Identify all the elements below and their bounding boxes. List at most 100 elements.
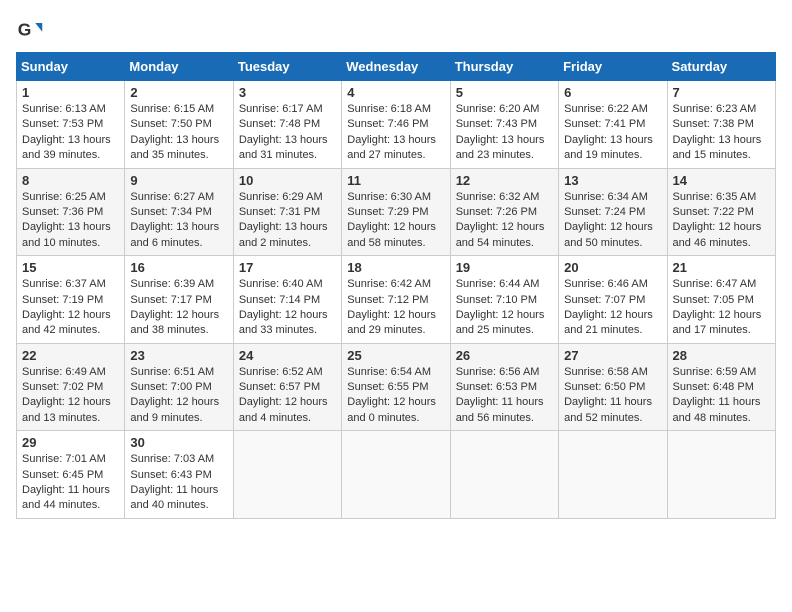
daylight-label: Daylight: 13 hours and 27 minutes. [347,134,436,161]
daylight-label: Daylight: 13 hours and 31 minutes. [239,134,328,161]
sunrise-label: Sunrise: 6:23 AM [673,103,757,115]
sunrise-label: Sunrise: 6:52 AM [239,366,323,378]
weekday-header-tuesday: Tuesday [233,53,341,81]
daylight-label: Daylight: 12 hours and 21 minutes. [564,309,653,336]
daylight-label: Daylight: 11 hours and 52 minutes. [564,396,652,423]
sunrise-label: Sunrise: 6:17 AM [239,103,323,115]
sunset-label: Sunset: 7:46 PM [347,118,428,130]
calendar-cell: 15 Sunrise: 6:37 AM Sunset: 7:19 PM Dayl… [17,256,125,344]
day-number: 30 [130,435,227,450]
sunset-label: Sunset: 6:45 PM [22,469,103,481]
day-number: 18 [347,260,444,275]
daylight-label: Daylight: 11 hours and 48 minutes. [673,396,761,423]
sunrise-label: Sunrise: 6:51 AM [130,366,214,378]
sunrise-label: Sunrise: 6:29 AM [239,191,323,203]
day-info: Sunrise: 6:20 AM Sunset: 7:43 PM Dayligh… [456,102,553,164]
day-info: Sunrise: 6:56 AM Sunset: 6:53 PM Dayligh… [456,365,553,427]
day-info: Sunrise: 6:49 AM Sunset: 7:02 PM Dayligh… [22,365,119,427]
daylight-label: Daylight: 12 hours and 0 minutes. [347,396,436,423]
calendar-cell: 25 Sunrise: 6:54 AM Sunset: 6:55 PM Dayl… [342,343,450,431]
daylight-label: Daylight: 12 hours and 54 minutes. [456,221,545,248]
calendar-cell [667,431,775,519]
sunset-label: Sunset: 6:53 PM [456,381,537,393]
day-number: 21 [673,260,770,275]
calendar-week-2: 8 Sunrise: 6:25 AM Sunset: 7:36 PM Dayli… [17,168,776,256]
calendar-cell: 1 Sunrise: 6:13 AM Sunset: 7:53 PM Dayli… [17,81,125,169]
sunrise-label: Sunrise: 6:18 AM [347,103,431,115]
calendar-cell: 16 Sunrise: 6:39 AM Sunset: 7:17 PM Dayl… [125,256,233,344]
day-number: 12 [456,173,553,188]
calendar-cell [559,431,667,519]
day-number: 15 [22,260,119,275]
day-info: Sunrise: 7:01 AM Sunset: 6:45 PM Dayligh… [22,452,119,514]
day-info: Sunrise: 6:44 AM Sunset: 7:10 PM Dayligh… [456,277,553,339]
weekday-header-monday: Monday [125,53,233,81]
sunrise-label: Sunrise: 6:47 AM [673,278,757,290]
sunrise-label: Sunrise: 6:40 AM [239,278,323,290]
day-info: Sunrise: 6:59 AM Sunset: 6:48 PM Dayligh… [673,365,770,427]
sunset-label: Sunset: 7:14 PM [239,294,320,306]
sunset-label: Sunset: 7:07 PM [564,294,645,306]
calendar-cell: 24 Sunrise: 6:52 AM Sunset: 6:57 PM Dayl… [233,343,341,431]
day-info: Sunrise: 6:47 AM Sunset: 7:05 PM Dayligh… [673,277,770,339]
sunset-label: Sunset: 7:19 PM [22,294,103,306]
calendar-cell [342,431,450,519]
sunrise-label: Sunrise: 6:39 AM [130,278,214,290]
calendar-cell: 28 Sunrise: 6:59 AM Sunset: 6:48 PM Dayl… [667,343,775,431]
day-info: Sunrise: 7:03 AM Sunset: 6:43 PM Dayligh… [130,452,227,514]
sunrise-label: Sunrise: 6:30 AM [347,191,431,203]
sunset-label: Sunset: 7:12 PM [347,294,428,306]
calendar-cell: 13 Sunrise: 6:34 AM Sunset: 7:24 PM Dayl… [559,168,667,256]
page-header: G [16,16,776,44]
calendar-cell: 9 Sunrise: 6:27 AM Sunset: 7:34 PM Dayli… [125,168,233,256]
day-number: 16 [130,260,227,275]
sunrise-label: Sunrise: 6:27 AM [130,191,214,203]
sunset-label: Sunset: 7:29 PM [347,206,428,218]
calendar-cell: 14 Sunrise: 6:35 AM Sunset: 7:22 PM Dayl… [667,168,775,256]
sunset-label: Sunset: 7:26 PM [456,206,537,218]
day-number: 24 [239,348,336,363]
sunset-label: Sunset: 7:00 PM [130,381,211,393]
day-number: 29 [22,435,119,450]
sunrise-label: Sunrise: 6:46 AM [564,278,648,290]
weekday-header-thursday: Thursday [450,53,558,81]
weekday-header-wednesday: Wednesday [342,53,450,81]
day-number: 2 [130,85,227,100]
sunrise-label: Sunrise: 7:01 AM [22,453,106,465]
sunrise-label: Sunrise: 6:37 AM [22,278,106,290]
day-number: 5 [456,85,553,100]
day-info: Sunrise: 6:34 AM Sunset: 7:24 PM Dayligh… [564,190,661,252]
sunset-label: Sunset: 7:41 PM [564,118,645,130]
day-number: 14 [673,173,770,188]
sunrise-label: Sunrise: 6:25 AM [22,191,106,203]
calendar-cell: 7 Sunrise: 6:23 AM Sunset: 7:38 PM Dayli… [667,81,775,169]
calendar-week-4: 22 Sunrise: 6:49 AM Sunset: 7:02 PM Dayl… [17,343,776,431]
daylight-label: Daylight: 11 hours and 44 minutes. [22,484,110,511]
sunset-label: Sunset: 7:36 PM [22,206,103,218]
sunset-label: Sunset: 7:17 PM [130,294,211,306]
daylight-label: Daylight: 13 hours and 19 minutes. [564,134,653,161]
calendar-cell: 21 Sunrise: 6:47 AM Sunset: 7:05 PM Dayl… [667,256,775,344]
day-number: 9 [130,173,227,188]
daylight-label: Daylight: 12 hours and 42 minutes. [22,309,111,336]
daylight-label: Daylight: 11 hours and 56 minutes. [456,396,544,423]
day-info: Sunrise: 6:51 AM Sunset: 7:00 PM Dayligh… [130,365,227,427]
sunset-label: Sunset: 7:02 PM [22,381,103,393]
weekday-header-saturday: Saturday [667,53,775,81]
calendar-cell: 3 Sunrise: 6:17 AM Sunset: 7:48 PM Dayli… [233,81,341,169]
day-info: Sunrise: 6:23 AM Sunset: 7:38 PM Dayligh… [673,102,770,164]
daylight-label: Daylight: 12 hours and 13 minutes. [22,396,111,423]
sunset-label: Sunset: 7:34 PM [130,206,211,218]
calendar-cell: 27 Sunrise: 6:58 AM Sunset: 6:50 PM Dayl… [559,343,667,431]
sunrise-label: Sunrise: 6:59 AM [673,366,757,378]
weekday-header-sunday: Sunday [17,53,125,81]
daylight-label: Daylight: 13 hours and 35 minutes. [130,134,219,161]
day-number: 3 [239,85,336,100]
day-info: Sunrise: 6:30 AM Sunset: 7:29 PM Dayligh… [347,190,444,252]
sunrise-label: Sunrise: 6:32 AM [456,191,540,203]
day-number: 22 [22,348,119,363]
day-info: Sunrise: 6:46 AM Sunset: 7:07 PM Dayligh… [564,277,661,339]
calendar-cell: 10 Sunrise: 6:29 AM Sunset: 7:31 PM Dayl… [233,168,341,256]
day-number: 23 [130,348,227,363]
calendar-cell: 19 Sunrise: 6:44 AM Sunset: 7:10 PM Dayl… [450,256,558,344]
